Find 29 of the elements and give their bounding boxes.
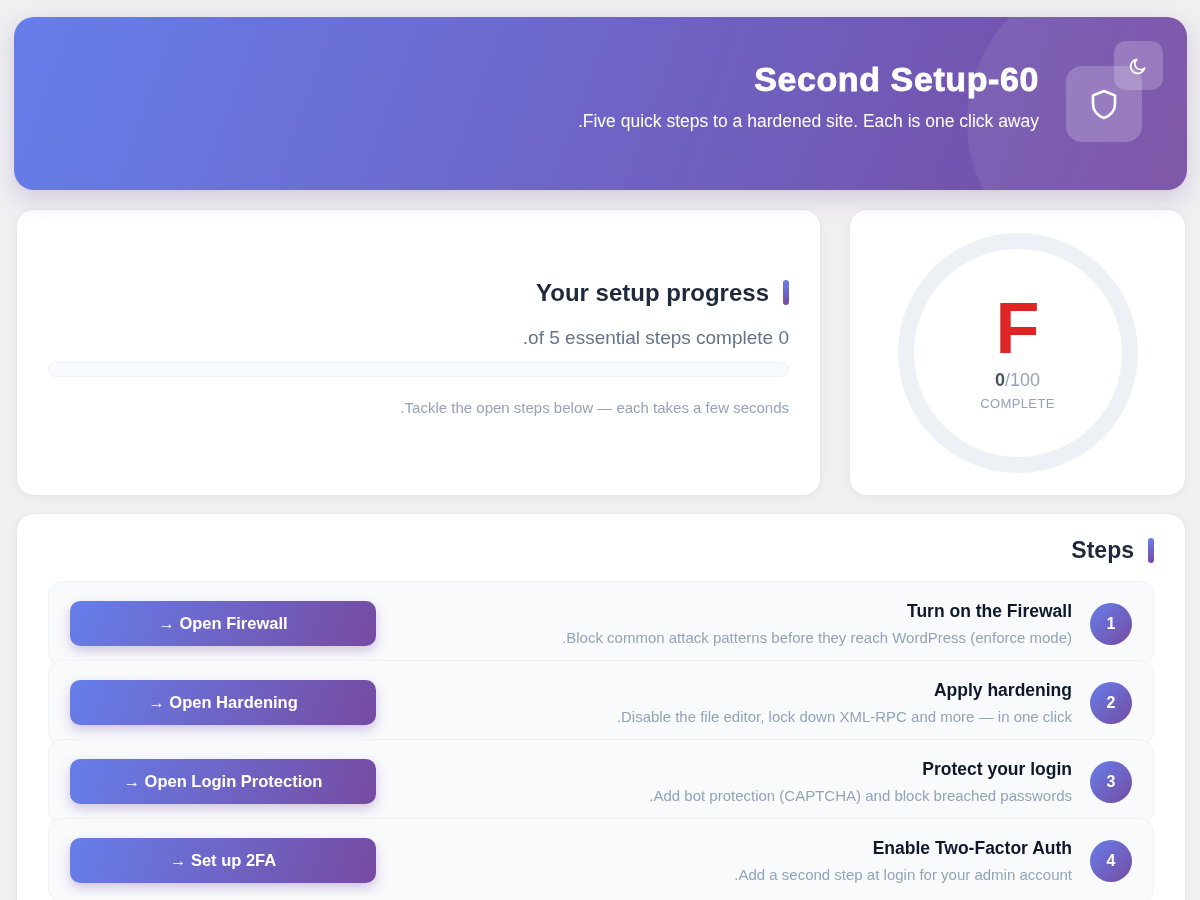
step-action-button[interactable]: → Open Hardening	[70, 680, 376, 725]
dark-mode-toggle[interactable]	[1114, 41, 1163, 90]
step-action-button[interactable]: → Set up 2FA	[70, 838, 376, 883]
step-title: Apply hardening	[933, 679, 1072, 700]
grade-letter: F	[995, 293, 1040, 362]
score-value: 0/100	[994, 369, 1041, 390]
progress-title: Your setup progress	[536, 278, 769, 307]
step-description: .Disable the file editor, lock down XML-RPC and more — in one click	[616, 707, 1072, 726]
page-title: Second Setup-60	[754, 59, 1039, 99]
step-action-button[interactable]: → Open Login Protection	[70, 759, 376, 804]
score-label: COMPLETE	[980, 395, 1055, 412]
progress-note: .Tackle the open steps below — each takes a few seconds	[399, 398, 789, 417]
step-title: Turn on the Firewall	[907, 600, 1072, 621]
title-accent-bar	[1148, 537, 1154, 563]
step-number: 1	[1090, 602, 1132, 645]
step-number: 2	[1090, 681, 1132, 724]
title-accent-bar	[783, 280, 789, 305]
progress-summary: .of 5 essential steps complete 0	[521, 326, 789, 349]
step-description: .Block common attack patterns before they reach WordPress (enforce mode)	[562, 628, 1072, 647]
page-subtitle: .Five quick steps to a hardened site. Each is one click away	[577, 111, 1039, 132]
step-action-button[interactable]: → Open Firewall	[70, 601, 376, 646]
step-number: 3	[1090, 760, 1132, 803]
step-description: .Add bot protection (CAPTCHA) and block breached passwords	[649, 786, 1072, 805]
steps-title: Steps	[1071, 536, 1134, 564]
shield-icon	[1066, 65, 1142, 142]
step-title: Protect your login	[922, 758, 1072, 779]
step-number: 4	[1090, 839, 1132, 882]
step-title: Enable Two-Factor Auth	[872, 837, 1072, 858]
step-description: .Add a second step at login for your admin account	[734, 865, 1072, 884]
